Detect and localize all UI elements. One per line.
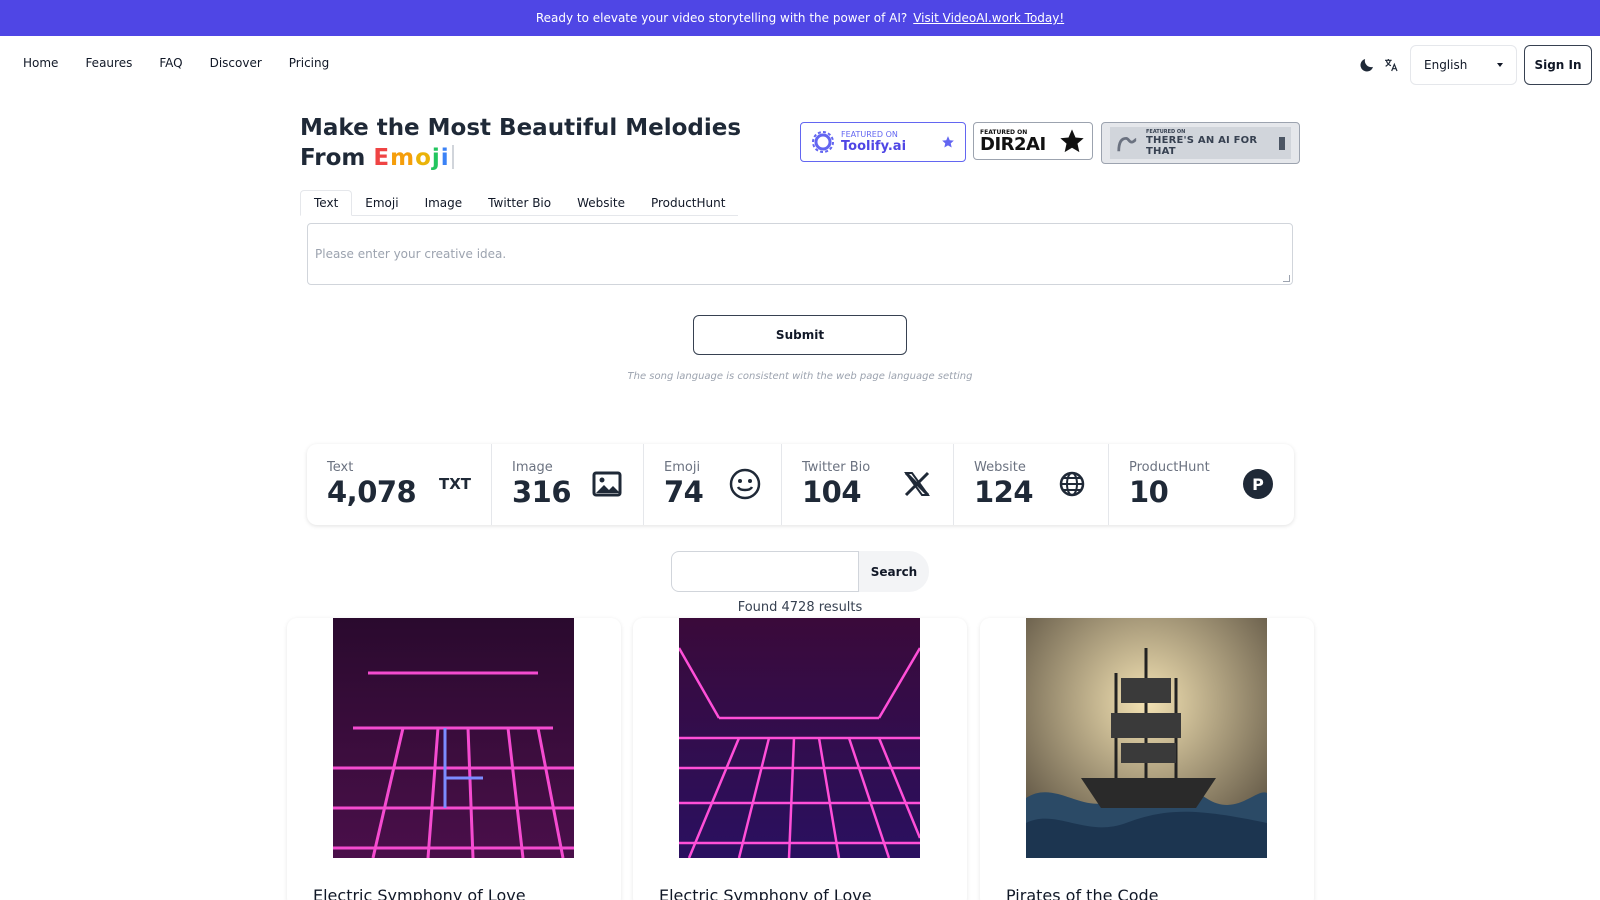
input-type-tabs: Text Emoji Image Twitter Bio Website Pro…	[300, 190, 739, 216]
stat-emoji: Emoji 74	[644, 444, 782, 525]
song-title[interactable]: Pirates of the Code	[1006, 886, 1158, 900]
banner-link[interactable]: Visit VideoAI.work Today!	[913, 11, 1064, 25]
search-bar: Search	[671, 551, 929, 592]
image-icon	[591, 468, 623, 500]
dir2ai-name: DIR2AI	[980, 133, 1046, 155]
bookmark-icon	[1278, 136, 1285, 150]
idea-placeholder: Please enter your creative idea.	[315, 247, 507, 261]
search-button[interactable]: Search	[859, 551, 929, 592]
txt-icon: TXT	[439, 468, 471, 500]
title-line-1: Make the Most Beautiful Melodies	[300, 115, 742, 141]
typed-letter: E	[373, 145, 391, 171]
tab-text[interactable]: Text	[300, 190, 353, 216]
song-title[interactable]: Electric Symphony of Love	[313, 886, 526, 900]
typed-letter: m	[390, 145, 416, 171]
language-value: English	[1424, 58, 1468, 72]
txt-icon-label: TXT	[438, 475, 472, 493]
song-card[interactable]: Pirates of the Code	[980, 618, 1314, 900]
song-card[interactable]: Electric Symphony of Love	[633, 618, 967, 900]
tab-image[interactable]: Image	[412, 190, 476, 216]
chevron-down-icon	[1497, 63, 1503, 67]
stat-producthunt: ProductHunt 10 P	[1109, 444, 1294, 525]
star-icon	[942, 136, 954, 148]
producthunt-icon: P	[1242, 468, 1274, 500]
tab-producthunt[interactable]: ProductHunt	[638, 190, 739, 216]
taaft-name: THERE'S AN AI FOR THAT	[1145, 135, 1258, 157]
tab-emoji[interactable]: Emoji	[352, 190, 411, 216]
nav-faq[interactable]: FAQ	[159, 56, 182, 70]
typed-letter: j	[431, 145, 441, 171]
moon-icon[interactable]	[1356, 54, 1378, 76]
stat-twitter-bio: Twitter Bio 104	[782, 444, 954, 525]
song-title[interactable]: Electric Symphony of Love	[659, 886, 872, 900]
nav-links: Home Feaures FAQ Discover Pricing	[23, 56, 329, 70]
nav-pricing[interactable]: Pricing	[289, 56, 329, 70]
nav-right: English Sign In	[1356, 45, 1592, 85]
tab-twitter-bio[interactable]: Twitter Bio	[475, 190, 564, 216]
language-select[interactable]: English	[1410, 45, 1517, 85]
stats-bar: Text 4,078 TXT Image 316 Emoji 74 Twitte…	[307, 444, 1294, 525]
song-cover-image	[333, 618, 574, 858]
idea-textarea[interactable]: Please enter your creative idea.	[307, 223, 1293, 285]
typing-cursor	[451, 145, 454, 169]
typed-word: Emoji	[373, 145, 449, 171]
title-prefix: From	[300, 145, 366, 171]
stat-image: Image 316	[492, 444, 644, 525]
title-line-2: From Emoji	[300, 143, 750, 173]
song-cover-image	[679, 618, 920, 858]
x-logo-icon	[901, 468, 933, 500]
stat-website: Website 124	[954, 444, 1109, 525]
banner-text: Ready to elevate your video storytelling…	[535, 11, 908, 25]
nav-features[interactable]: Feaures	[85, 56, 132, 70]
taaft-logo-icon	[1117, 137, 1137, 152]
song-cover-image	[1026, 618, 1267, 858]
signin-button[interactable]: Sign In	[1524, 45, 1592, 85]
globe-icon	[1056, 468, 1088, 500]
typed-letter: o	[415, 145, 432, 171]
resize-handle[interactable]	[1283, 275, 1290, 282]
search-input[interactable]	[671, 551, 859, 592]
nav-discover[interactable]: Discover	[210, 56, 262, 70]
typed-letter: i	[440, 145, 450, 171]
page-title: Make the Most Beautiful Melodies From Em…	[300, 113, 750, 173]
toolify-name: Toolify.ai	[841, 139, 907, 154]
promo-banner: Ready to elevate your video storytelling…	[0, 0, 1600, 36]
translate-icon[interactable]	[1380, 54, 1402, 76]
producthunt-letter: P	[1252, 474, 1264, 494]
language-note: The song language is consistent with the…	[627, 371, 973, 382]
dir2ai-badge[interactable]: FEATURED ON DIR2AI	[973, 122, 1093, 160]
submit-button[interactable]: Submit	[693, 315, 907, 355]
stat-text: Text 4,078 TXT	[307, 444, 492, 525]
toolify-badge[interactable]: FEATURED ON Toolify.ai	[800, 122, 966, 162]
tab-website[interactable]: Website	[564, 190, 638, 216]
song-card[interactable]: Electric Symphony of Love	[287, 618, 621, 900]
toolify-caption: FEATURED ON	[841, 130, 898, 139]
toolify-logo-icon	[812, 131, 834, 153]
smiley-icon	[729, 468, 761, 500]
star-icon	[1060, 129, 1084, 153]
nav-home[interactable]: Home	[23, 56, 58, 70]
top-nav: Home Feaures FAQ Discover Pricing Englis…	[0, 36, 1600, 93]
results-count: Found 4728 results	[737, 600, 863, 615]
taaft-badge[interactable]: FEATURED ON THERE'S AN AI FOR THAT	[1101, 122, 1300, 164]
